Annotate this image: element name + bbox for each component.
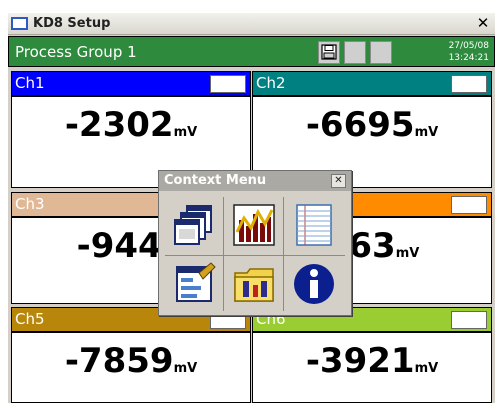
channel-unit: mV bbox=[414, 125, 439, 140]
table-icon bbox=[296, 204, 332, 246]
channel-unit: mV bbox=[395, 246, 420, 261]
context-menu-title-bar: Context Menu ✕ bbox=[159, 171, 351, 191]
channel-name: Ch5 bbox=[15, 310, 45, 328]
header-button-3[interactable] bbox=[370, 41, 392, 64]
window-title: KD8 Setup bbox=[33, 16, 111, 31]
context-menu: Context Menu ✕ bbox=[158, 170, 352, 316]
divider bbox=[223, 197, 224, 311]
datetime: 27/05/08 13:24:21 bbox=[449, 40, 489, 64]
folder-tools-icon bbox=[234, 268, 274, 302]
divider bbox=[283, 197, 284, 311]
title-bar: KD8 Setup ✕ bbox=[8, 13, 495, 35]
channel-name: Ch3 bbox=[15, 195, 45, 213]
channel-unit: mV bbox=[173, 361, 198, 376]
channel-value: -3921 bbox=[305, 341, 415, 381]
alarm-indicator bbox=[210, 75, 246, 93]
date: 27/05/08 bbox=[448, 41, 489, 51]
channel-reading: -2302mV bbox=[12, 97, 250, 145]
channel-reading: -7859mV bbox=[12, 333, 250, 381]
alarm-indicator bbox=[451, 196, 487, 214]
folder-tools-button[interactable] bbox=[226, 257, 282, 311]
channel-value: -7859 bbox=[64, 341, 174, 381]
process-group-header: Process Group 1 27/05/08 13:24:21 bbox=[8, 36, 495, 67]
windows-button[interactable] bbox=[166, 198, 222, 252]
channel-value: -6695 bbox=[305, 105, 415, 145]
channel-header: Ch1 bbox=[12, 72, 250, 97]
channel-panel[interactable]: Ch6 -3921mV bbox=[252, 307, 492, 403]
channel-panel[interactable]: Ch5 -7859mV bbox=[11, 307, 251, 403]
app-icon bbox=[11, 17, 28, 30]
channel-name: Ch1 bbox=[15, 74, 45, 92]
channel-unit: mV bbox=[173, 125, 198, 140]
time: 13:24:21 bbox=[448, 53, 489, 63]
channel-name: Ch2 bbox=[256, 74, 286, 92]
channel-reading: -3921mV bbox=[253, 333, 491, 381]
alarm-indicator bbox=[451, 311, 487, 329]
channel-reading: -6695mV bbox=[253, 97, 491, 145]
windows-icon bbox=[174, 205, 212, 245]
context-menu-title: Context Menu bbox=[164, 173, 267, 188]
channel-unit: mV bbox=[414, 361, 439, 376]
header-button-2[interactable] bbox=[344, 41, 366, 64]
channel-value: -2302 bbox=[64, 105, 174, 145]
group-name: Process Group 1 bbox=[15, 43, 137, 61]
close-button[interactable]: ✕ bbox=[474, 15, 492, 33]
form-button[interactable] bbox=[166, 257, 222, 311]
table-button[interactable] bbox=[286, 198, 342, 252]
bar-chart-icon bbox=[233, 204, 275, 246]
alarm-indicator bbox=[451, 75, 487, 93]
form-icon bbox=[176, 262, 216, 302]
context-menu-close-button[interactable]: ✕ bbox=[331, 174, 346, 188]
info-button[interactable] bbox=[286, 257, 342, 311]
chart-button[interactable] bbox=[226, 198, 282, 252]
info-icon bbox=[294, 264, 334, 304]
channel-header: Ch2 bbox=[253, 72, 491, 97]
divider bbox=[165, 255, 345, 256]
save-button[interactable] bbox=[318, 41, 340, 64]
save-icon bbox=[321, 44, 337, 60]
